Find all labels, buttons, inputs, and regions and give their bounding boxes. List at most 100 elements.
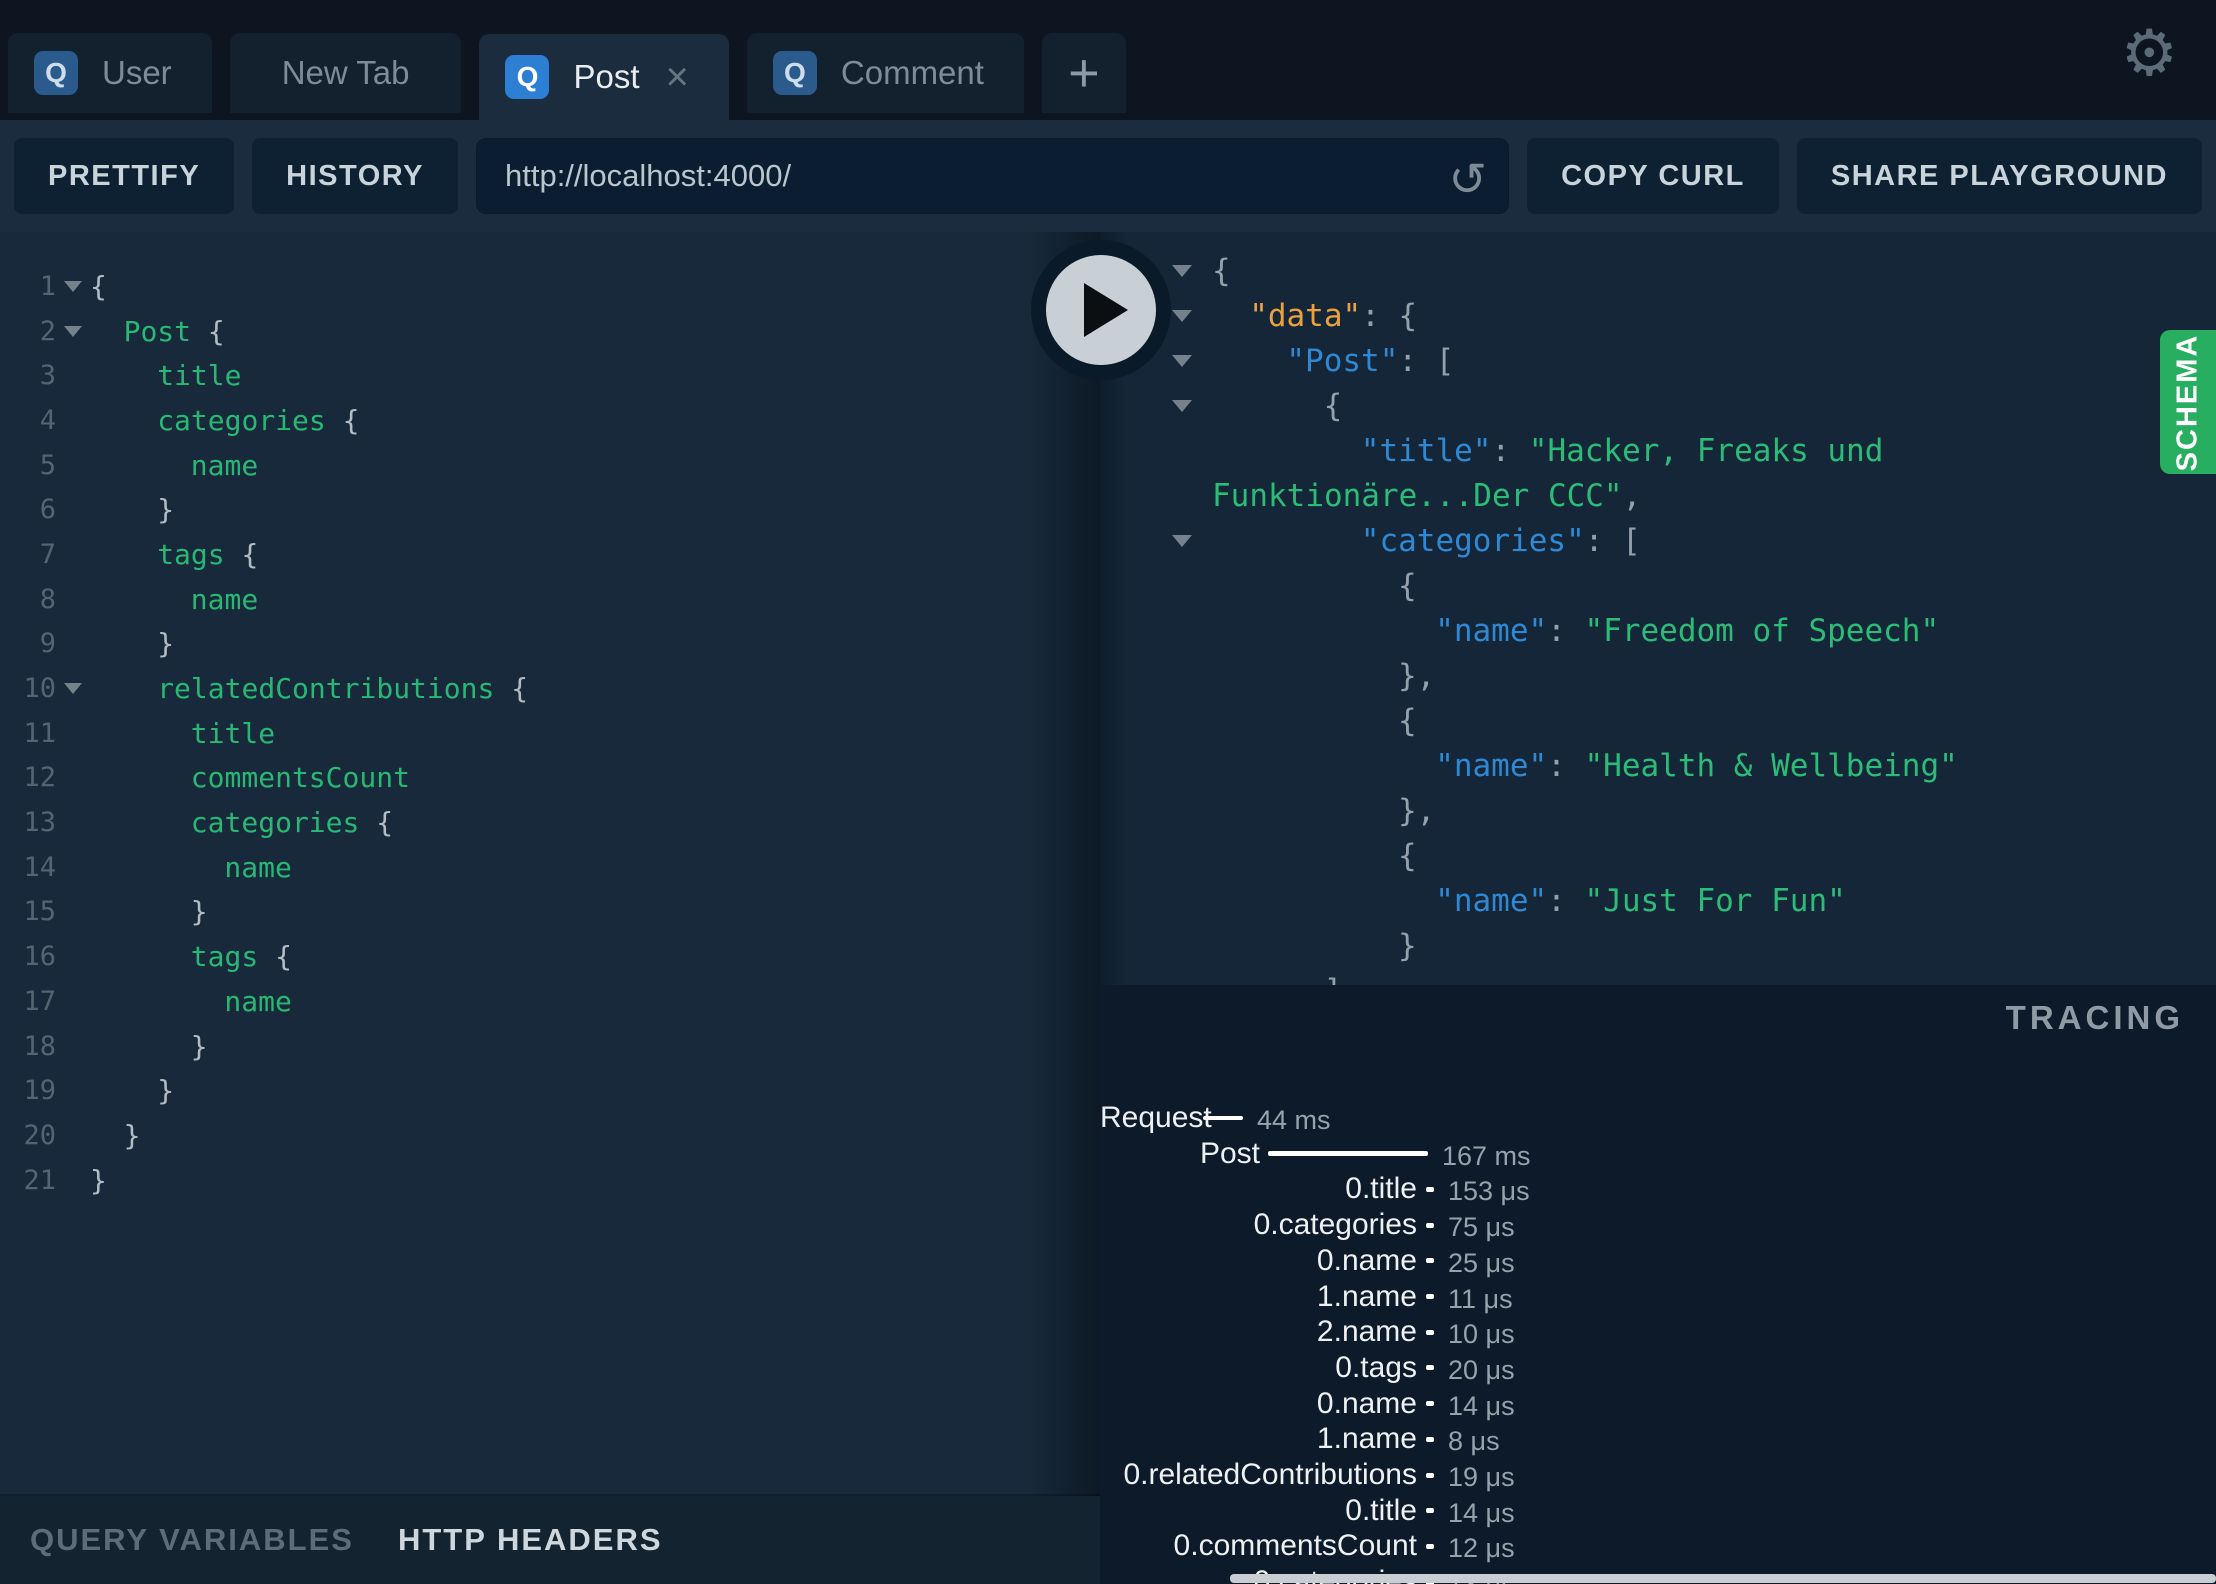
settings-gear-icon[interactable]: ⚙ xyxy=(2121,8,2178,98)
response-line: "title": "Hacker, Freaks und xyxy=(1100,428,2216,473)
tracing-row: Request 44 ms xyxy=(1100,1103,2216,1136)
line-number: 10 xyxy=(23,673,56,705)
fold-arrow-icon[interactable] xyxy=(1172,399,1212,412)
query-line: 16 tags { xyxy=(0,934,1100,979)
tracing-duration-bar xyxy=(1426,1436,1434,1442)
tracing-row-time: 153 μs xyxy=(1448,1176,1530,1207)
tracing-row: 0.name 25 μs xyxy=(1100,1243,2216,1278)
code-line-text: name xyxy=(224,984,292,1018)
tracing-row-time: 20 μs xyxy=(1448,1354,1515,1385)
fold-arrow-icon[interactable] xyxy=(56,683,90,695)
response-line: { xyxy=(1100,833,2216,878)
tracing-row-time: 12 μs xyxy=(1448,1533,1515,1564)
tracing-row: 0.tags 20 μs xyxy=(1100,1350,2216,1385)
tab-post[interactable]: Q Post × xyxy=(479,34,729,120)
bottom-panel-tabs: QUERY VARIABLES HTTP HEADERS xyxy=(0,1496,1100,1584)
tracing-row-time: 25 μs xyxy=(1448,1247,1515,1278)
code-line-text: categories { xyxy=(190,806,394,840)
fold-arrow-icon[interactable] xyxy=(56,280,90,292)
query-line: 21} xyxy=(0,1158,1100,1203)
response-line: }, xyxy=(1100,788,2216,833)
code-line-text: { xyxy=(1212,252,1231,289)
tab-comment[interactable]: Q Comment xyxy=(746,33,1024,113)
tracing-toggle[interactable]: TRACING xyxy=(2006,999,2184,1037)
response-line: { xyxy=(1100,383,2216,428)
response-line: "name": "Health & Wellbeing" xyxy=(1100,743,2216,788)
tracing-duration-bar xyxy=(1426,1294,1434,1299)
line-number: 1 xyxy=(39,270,56,302)
code-line-text: "name": "Just For Fun" xyxy=(1435,882,1846,919)
share-playground-button[interactable]: SHARE PLAYGROUND xyxy=(1796,138,2202,214)
code-line-text: }, xyxy=(1398,657,1436,694)
query-line: 18} xyxy=(0,1024,1100,1069)
history-button[interactable]: HISTORY xyxy=(252,138,458,214)
fold-arrow-icon[interactable] xyxy=(1172,534,1212,547)
response-line: "name": "Freedom of Speech" xyxy=(1100,608,2216,653)
tracing-duration-bar xyxy=(1426,1329,1434,1335)
close-tab-icon[interactable]: × xyxy=(666,57,689,97)
query-line: 2 Post { xyxy=(0,309,1100,354)
code-line-text: } xyxy=(157,493,175,527)
execute-query-button[interactable] xyxy=(1031,240,1171,380)
code-line-text: { xyxy=(1398,567,1417,604)
query-type-badge: Q xyxy=(505,55,550,99)
line-number: 6 xyxy=(39,494,56,526)
code-line-text: categories { xyxy=(157,403,360,437)
response-line: Funktionäre...Der CCC", xyxy=(1100,473,2216,518)
query-line: 15} xyxy=(0,890,1100,935)
tracing-row-time: 10 μs xyxy=(1448,1319,1515,1350)
line-number: 9 xyxy=(39,628,56,660)
code-line-text: } xyxy=(157,627,175,661)
query-editor[interactable]: 1{2 Post {3 title 4 categories {5 name 6} 7 tags… xyxy=(0,232,1100,1496)
tracing-row-time: 11 μs xyxy=(1448,1283,1513,1314)
bottom-tab-http-headers[interactable]: HTTP HEADERS xyxy=(398,1522,663,1558)
copy-curl-button[interactable]: COPY CURL xyxy=(1527,138,1779,214)
response-viewer[interactable]: {"data": {"Post": [{"title": "Hacker, Fr… xyxy=(1100,232,2216,985)
code-line-text: title xyxy=(190,716,276,750)
code-line-text: "name": "Health & Wellbeing" xyxy=(1435,747,1958,784)
response-line: { xyxy=(1100,563,2216,608)
tab-new-tab[interactable]: New Tab xyxy=(229,33,462,113)
tracing-row-label: 0.name xyxy=(1316,1243,1417,1277)
code-line-text: commentsCount xyxy=(190,761,410,795)
tracing-duration-bar xyxy=(1426,1543,1434,1549)
fold-arrow-icon[interactable] xyxy=(1172,309,1212,322)
tab-bar: Q User New Tab Q Post × Q Comment + ⚙ xyxy=(0,0,2216,120)
query-code: 1{2 Post {3 title 4 categories {5 name 6} 7 tags… xyxy=(0,232,1100,1202)
line-number: 7 xyxy=(39,538,56,570)
query-line: 17 name xyxy=(0,979,1100,1024)
code-line-text: "title": "Hacker, Freaks und xyxy=(1360,432,1884,469)
schema-side-tab[interactable]: SCHEMA xyxy=(2160,330,2216,474)
tracing-panel: TRACING Request 44 ms Post 167 ms 0.title 153… xyxy=(1100,985,2216,1584)
code-line-text: { xyxy=(1323,387,1343,424)
fold-arrow-icon[interactable] xyxy=(1172,354,1212,367)
line-number: 21 xyxy=(23,1164,56,1196)
tracing-row-time: 44 ms xyxy=(1257,1105,1331,1135)
endpoint-url-input[interactable] xyxy=(475,138,1510,214)
query-line: 19} xyxy=(0,1068,1100,1113)
tracing-row-label: 0.tags xyxy=(1335,1350,1417,1384)
response-line: "categories": [ xyxy=(1100,518,2216,563)
tracing-row-label: 0.relatedContributions xyxy=(1123,1458,1417,1491)
code-line-text: } xyxy=(90,1163,107,1197)
fold-arrow-icon[interactable] xyxy=(1172,264,1212,277)
toolbar: PRETTIFY HISTORY ↺ COPY CURL SHARE PLAYG… xyxy=(0,120,2216,232)
code-line-text: "name": "Freedom of Speech" xyxy=(1435,612,1940,649)
new-tab-button[interactable]: + xyxy=(1041,33,1126,113)
bottom-tab-query-variables[interactable]: QUERY VARIABLES xyxy=(30,1522,354,1558)
horizontal-scrollbar[interactable] xyxy=(1230,1574,2216,1583)
fold-arrow-icon[interactable] xyxy=(56,325,90,337)
response-line: ] xyxy=(1100,968,2216,986)
play-icon xyxy=(1084,283,1128,337)
code-line-text: tags { xyxy=(157,537,259,571)
reload-icon[interactable]: ↺ xyxy=(1449,152,1488,206)
code-line-text: name xyxy=(224,850,292,884)
code-line-text: { xyxy=(90,269,107,303)
response-line: } xyxy=(1100,923,2216,968)
prettify-button[interactable]: PRETTIFY xyxy=(14,138,235,214)
tab-user[interactable]: Q User xyxy=(8,33,212,113)
tab-strip: Q User New Tab Q Post × Q Comment + xyxy=(8,0,1126,120)
line-number: 15 xyxy=(23,896,56,928)
response-line: }, xyxy=(1100,653,2216,698)
code-line-text: tags { xyxy=(190,940,292,974)
